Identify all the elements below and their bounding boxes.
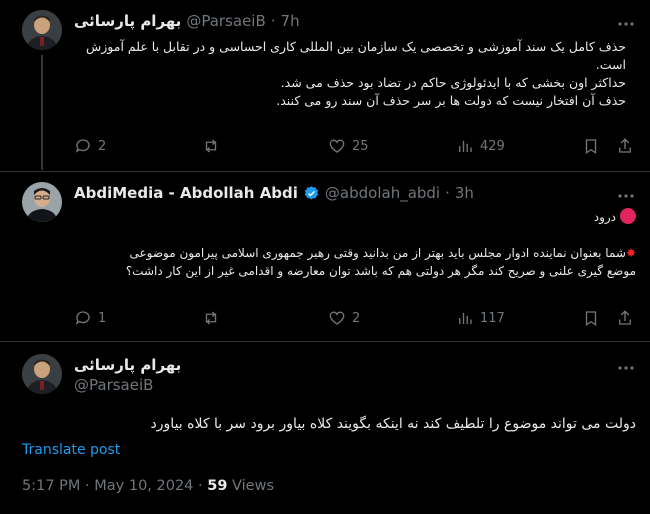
views-label: Views	[227, 478, 275, 494]
focused-post: بهرام پارسائی @ParsaeiB دولت می تواند مو…	[0, 342, 650, 514]
post-line: درود	[74, 208, 636, 226]
share-button[interactable]	[616, 137, 634, 155]
post-text: دولت می تواند موضوع را تلطیف کند نه اینک…	[22, 414, 636, 432]
handle[interactable]: @ParsaeiB	[186, 12, 265, 30]
more-options-icon[interactable]	[616, 186, 636, 206]
avatar[interactable]	[22, 10, 62, 50]
bookmark-button[interactable]	[582, 309, 600, 327]
reply-count: 2	[98, 138, 107, 154]
post-text: درود ✸شما بعنوان نماینده ادوار مجلس باید…	[74, 208, 636, 280]
share-button[interactable]	[616, 309, 634, 327]
repost-button[interactable]	[202, 137, 220, 155]
repost-icon	[205, 139, 217, 153]
repost-icon	[205, 311, 217, 325]
share-icon	[619, 310, 631, 325]
view-count: 429	[480, 138, 505, 154]
tweet-2[interactable]: AbdiMedia - Abdollah Abdi @abdolah_abdi …	[0, 172, 650, 341]
red-circle-emoji	[620, 208, 636, 224]
heart-icon	[329, 311, 345, 325]
reply-button[interactable]: 2	[74, 137, 106, 155]
more-options-icon[interactable]	[616, 14, 636, 34]
display-name[interactable]: بهرام پارسائی	[74, 356, 181, 374]
thread-line	[41, 55, 43, 170]
views-count: 59	[207, 478, 228, 494]
post-meta: 5:17 PM · May 10, 2024 · 59 Views	[22, 478, 274, 494]
display-name[interactable]: بهرام پارسائی	[74, 12, 181, 30]
post-text: حذف کامل یک سند آموزشی و تخصصی یک سازمان…	[74, 38, 626, 110]
collision-emoji: ✸	[625, 246, 636, 260]
tweet-1[interactable]: بهرام پارسائی @ParsaeiB · 7h حذف کامل یک…	[0, 0, 650, 172]
timestamp[interactable]: 5:17 PM · May 10, 2024 ·	[22, 478, 207, 494]
like-button[interactable]: 2	[328, 309, 360, 327]
reply-count: 1	[98, 310, 107, 326]
share-icon	[619, 138, 631, 153]
analytics-icon	[459, 312, 472, 324]
post-line: حداکثر اون بخشی که با ایدئولوژی حاکم در …	[280, 75, 626, 90]
reply-button[interactable]: 1	[74, 309, 106, 327]
reply-icon	[75, 311, 90, 325]
handle[interactable]: @ParsaeiB	[74, 376, 153, 394]
more-options-icon[interactable]	[616, 358, 636, 378]
avatar[interactable]	[22, 182, 62, 222]
post-time[interactable]: 3h	[455, 184, 474, 202]
translate-post-link[interactable]: Translate post	[22, 442, 120, 458]
verified-badge-icon	[304, 185, 319, 200]
like-count: 25	[352, 138, 369, 154]
post-time[interactable]: 7h	[281, 12, 300, 30]
like-count: 2	[352, 310, 361, 326]
separator-dot: ·	[445, 184, 450, 202]
analytics-icon	[459, 140, 472, 152]
post-line: ✸شما بعنوان نماینده ادوار مجلس باید بهتر…	[74, 244, 636, 262]
view-count: 117	[480, 310, 505, 326]
bookmark-icon	[585, 311, 597, 327]
reply-icon	[75, 139, 90, 153]
post-line: حذف آن افتخار نیست که دولت ها بر سر حذف …	[276, 93, 626, 108]
heart-icon	[329, 139, 345, 153]
views-button[interactable]: 117	[456, 309, 505, 327]
greeting: درود	[593, 210, 616, 224]
repost-button[interactable]	[202, 309, 220, 327]
bookmark-icon	[585, 139, 597, 155]
post-line: حذف کامل یک سند آموزشی و تخصصی یک سازمان…	[86, 39, 626, 54]
bookmark-button[interactable]	[582, 137, 600, 155]
post-line: دولت می تواند موضوع را تلطیف کند نه اینک…	[150, 416, 636, 432]
post-line: است.	[595, 57, 626, 72]
display-name[interactable]: AbdiMedia - Abdollah Abdi	[74, 184, 298, 202]
views-button[interactable]: 429	[456, 137, 505, 155]
separator-dot: ·	[270, 12, 276, 30]
post-line-text: شما بعنوان نماینده ادوار مجلس باید بهتر …	[129, 246, 626, 260]
handle[interactable]: @abdolah_abdi	[325, 184, 440, 202]
avatar[interactable]	[22, 354, 62, 394]
post-line: موضع گیری علنی و صریح کند مگر هر دولتی ه…	[125, 264, 636, 278]
like-button[interactable]: 25	[328, 137, 369, 155]
